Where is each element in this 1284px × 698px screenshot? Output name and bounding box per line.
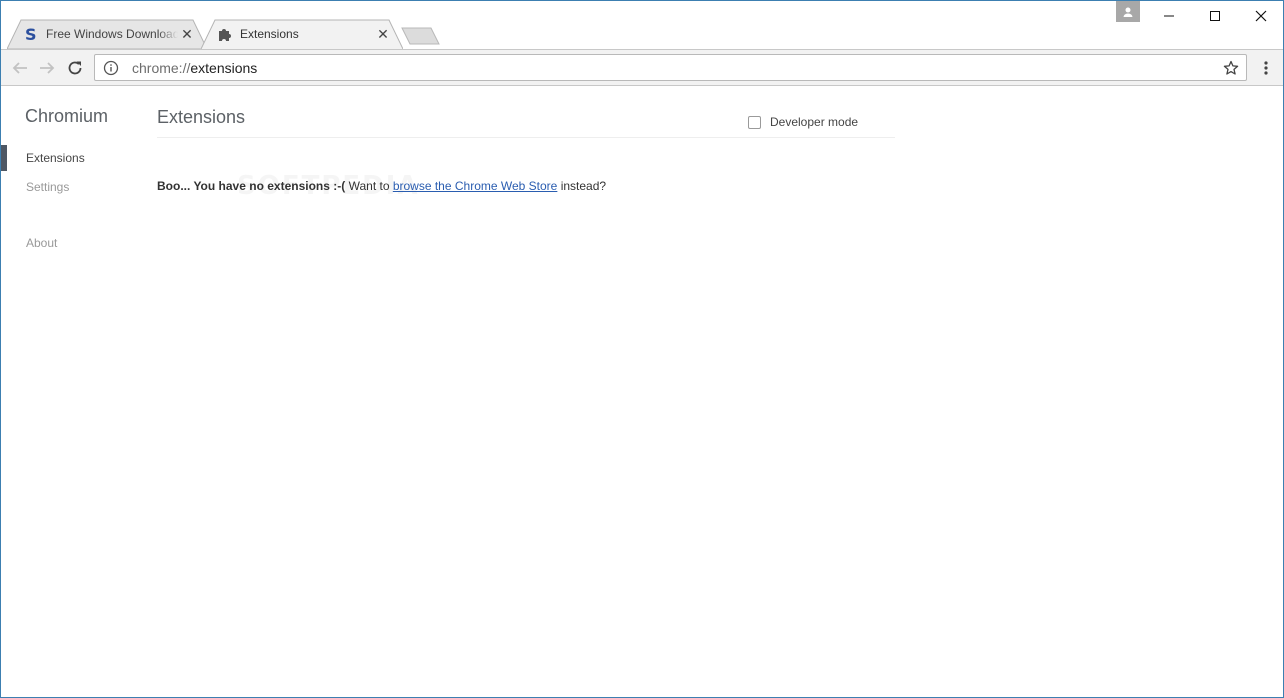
browser-toolbar: chrome://extensions xyxy=(1,49,1283,86)
puzzle-piece-icon xyxy=(217,26,233,42)
no-extensions-message: Boo... You have no extensions :-( Want t… xyxy=(157,179,606,193)
sidebar-item-about[interactable]: About xyxy=(26,236,57,250)
info-icon[interactable] xyxy=(103,60,119,76)
reload-button[interactable] xyxy=(65,58,85,78)
bookmark-star-icon[interactable] xyxy=(1222,59,1240,77)
active-nav-indicator xyxy=(1,145,7,171)
menu-button[interactable] xyxy=(1258,58,1274,78)
page-title: Extensions xyxy=(157,107,246,127)
sidebar-item-extensions[interactable]: Extensions xyxy=(26,151,85,165)
tab-strip: S Free Windows Downloads ✕ Extensions ✕ xyxy=(1,1,1283,49)
developer-mode-checkbox[interactable] xyxy=(748,115,761,129)
brand-title: Chromium xyxy=(25,106,109,126)
close-window-button[interactable] xyxy=(1238,1,1283,31)
reload-icon xyxy=(68,61,82,75)
tab-title: Extensions xyxy=(240,27,299,41)
tab-extensions[interactable]: Extensions ✕ xyxy=(201,19,403,49)
url-text[interactable]: chrome://extensions xyxy=(132,60,257,76)
address-bar[interactable]: chrome://extensions xyxy=(94,54,1247,81)
developer-mode-toggle[interactable]: Developer mode xyxy=(748,115,858,129)
maximize-icon xyxy=(1210,11,1220,21)
arrow-left-icon xyxy=(12,62,27,74)
close-tab-icon[interactable]: ✕ xyxy=(377,27,389,41)
close-icon xyxy=(1255,10,1267,22)
tab-title: Free Windows Downloads xyxy=(46,27,178,41)
person-icon xyxy=(1123,7,1133,17)
sidebar-item-settings[interactable]: Settings xyxy=(26,180,69,194)
browser-window: S Free Windows Downloads ✕ Extensions ✕ xyxy=(0,0,1284,698)
empty-message-suffix: instead? xyxy=(557,179,607,193)
back-button[interactable] xyxy=(10,58,30,78)
svg-text:S: S xyxy=(25,26,37,42)
forward-button[interactable] xyxy=(37,58,57,78)
empty-message-bold: Boo... You have no extensions :-( xyxy=(157,179,346,193)
header-divider xyxy=(157,137,895,138)
minimize-button[interactable] xyxy=(1146,1,1192,31)
new-tab-button[interactable] xyxy=(401,27,441,45)
arrow-right-icon xyxy=(40,62,55,74)
web-store-link[interactable]: browse the Chrome Web Store xyxy=(393,179,558,193)
maximize-button[interactable] xyxy=(1192,1,1238,31)
developer-mode-label: Developer mode xyxy=(770,115,859,129)
kebab-menu-icon xyxy=(1264,61,1268,75)
profile-avatar-button[interactable] xyxy=(1116,1,1140,22)
close-tab-icon[interactable]: ✕ xyxy=(181,27,193,41)
minimize-icon xyxy=(1164,15,1174,17)
softpedia-icon: S xyxy=(23,26,39,42)
extensions-page: Chromium Extensions Settings About Exten… xyxy=(1,87,1283,697)
empty-message-prefix: Want to xyxy=(345,179,393,193)
url-scheme: chrome:// xyxy=(132,59,191,76)
tab-free-windows-downloads[interactable]: S Free Windows Downloads ✕ xyxy=(7,19,207,49)
url-path: extensions xyxy=(190,59,258,76)
